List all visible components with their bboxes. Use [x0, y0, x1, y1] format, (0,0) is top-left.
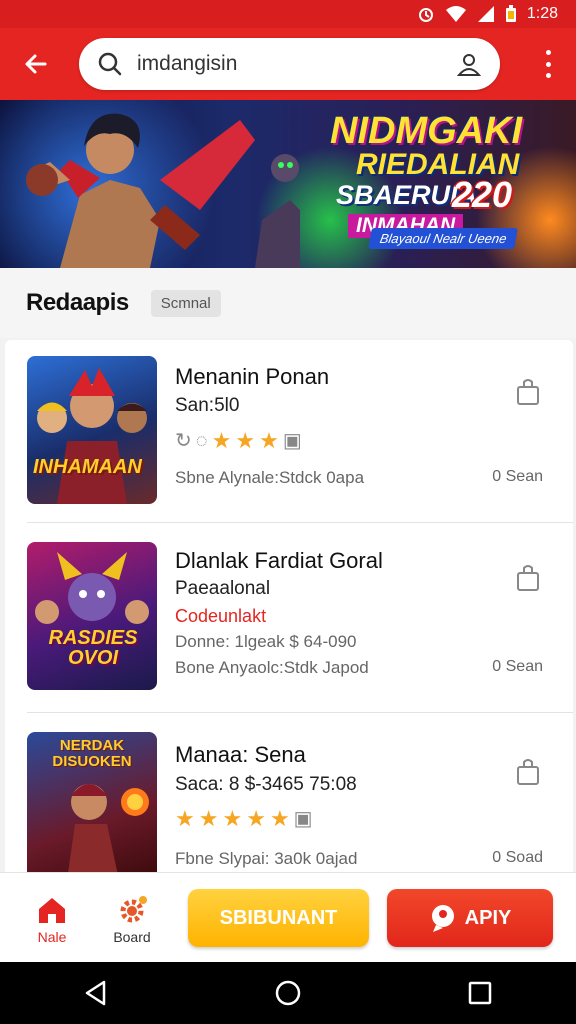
- battery-icon: [505, 5, 516, 22]
- star-icon: ★: [269, 806, 290, 831]
- system-navigation-bar: [0, 962, 576, 1024]
- primary-action-button[interactable]: SBIBUNANT: [188, 889, 369, 947]
- status-bar: 1:28: [0, 0, 576, 28]
- home-circle-icon[interactable]: [274, 979, 302, 1007]
- bag-icon: ▣: [282, 430, 302, 452]
- section-filter-chip[interactable]: Scmnal: [150, 289, 221, 317]
- star-icon: ★: [259, 428, 279, 453]
- download-icon[interactable]: [515, 758, 541, 786]
- nav-board-label: Board: [113, 929, 151, 945]
- item-count: 0 Sean: [492, 658, 543, 675]
- game-thumbnail[interactable]: RASDIES OVOI: [27, 542, 157, 690]
- dot-icon: [545, 61, 551, 67]
- item-title[interactable]: Manaa: Sena: [175, 742, 306, 768]
- dot-icon: [545, 73, 551, 78]
- list-item[interactable]: INHAMAAN Menanin Ponan San:5l0 ↻ ◌ ★ ★ ★…: [5, 340, 573, 518]
- section-title: Redaapis: [26, 289, 129, 316]
- download-icon[interactable]: [515, 378, 541, 406]
- thumbnail-title: INHAMAAN: [33, 456, 142, 478]
- game-art-icon: [37, 368, 147, 504]
- back-button[interactable]: [0, 28, 72, 100]
- item-highlight: Codeunlakt: [175, 606, 267, 626]
- chat-icon: ◌: [195, 430, 208, 452]
- list-item[interactable]: NERDAK DISUOKEN Manaa: Sena Saca: 8 $-34…: [5, 716, 573, 894]
- item-footer: Fbne Slypai: 3a0k 0ajad: [175, 849, 358, 868]
- game-thumbnail[interactable]: NERDAK DISUOKEN: [27, 732, 157, 880]
- bag-icon: ▣: [293, 808, 313, 830]
- back-triangle-icon[interactable]: [82, 979, 110, 1007]
- item-count: 0 Soad: [492, 849, 543, 866]
- star-icon: ★: [235, 428, 256, 453]
- user-icon[interactable]: [456, 51, 482, 77]
- home-icon: [39, 898, 65, 923]
- item-price: Donne: 1lgeak $ 64-090: [175, 632, 357, 651]
- list-item[interactable]: RASDIES OVOI Dlanlak Fardiat Goral Paeaa…: [5, 526, 573, 704]
- badge-icon: [431, 905, 454, 932]
- search-icon: [98, 52, 122, 76]
- item-count: 0 Sean: [492, 468, 543, 485]
- search-field[interactable]: imdangisin: [79, 38, 500, 90]
- promo-banner[interactable]: NIDMGAKI RIEDALIAN SBAERUIA 220 INMAHAN …: [0, 100, 576, 268]
- gear-icon: [120, 896, 147, 923]
- star-icon: ★: [175, 806, 195, 831]
- thumbnail-title: NERDAK DISUOKEN: [52, 737, 132, 770]
- thumbnail-title: RASDIES OVOI: [48, 627, 138, 669]
- refresh-icon: ↻: [175, 430, 192, 452]
- item-subtitle: Paeaalonal: [175, 578, 271, 599]
- recents-square-icon[interactable]: [466, 979, 494, 1007]
- nav-home-label: Nale: [37, 929, 67, 945]
- item-title[interactable]: Dlanlak Fardiat Goral: [175, 548, 383, 574]
- rating: ↻ ◌ ★ ★ ★ ▣: [175, 430, 302, 452]
- section-header: Redaapis Scmnal: [0, 268, 576, 338]
- banner-tagline: Blayaoul Nealr Ueene: [368, 228, 519, 249]
- banner-year: 220: [452, 174, 513, 215]
- apply-button[interactable]: APIY: [387, 889, 553, 947]
- nav-board[interactable]: Board: [102, 895, 162, 945]
- divider: [27, 522, 573, 523]
- hero-character-illustration: [26, 113, 300, 268]
- overflow-menu-button[interactable]: [538, 50, 558, 78]
- search-query[interactable]: imdangisin: [137, 52, 456, 76]
- banner-headline: NIDMGAKI: [330, 110, 523, 152]
- item-footer: Bone Anyaolc:Stdk Japod: [175, 658, 369, 677]
- item-title[interactable]: Menanin Ponan: [175, 364, 329, 390]
- wifi-icon: [445, 6, 466, 22]
- game-thumbnail[interactable]: INHAMAAN: [27, 356, 157, 504]
- apply-button-label: APIY: [464, 906, 512, 929]
- nav-home[interactable]: Nale: [22, 895, 82, 945]
- divider: [27, 712, 573, 713]
- alarm-icon: [418, 8, 433, 22]
- signal-icon: [477, 6, 494, 22]
- arrow-left-icon: [25, 54, 47, 74]
- app-bar: imdangisin: [0, 28, 576, 100]
- item-price: Saca: 8 $-3465 75:08: [175, 774, 357, 795]
- item-subtitle: San:5l0: [175, 395, 240, 416]
- star-icon: ★: [222, 806, 243, 831]
- item-footer: Sbne Alynale:Stdck 0apa: [175, 468, 365, 487]
- star-icon: ★: [198, 806, 219, 831]
- bottom-action-bar: Nale Board SBIBUNANT APIY: [0, 872, 576, 962]
- rating: ★ ★ ★ ★ ★ ▣: [175, 808, 313, 830]
- star-icon: ★: [211, 428, 232, 453]
- game-list: INHAMAAN Menanin Ponan San:5l0 ↻ ◌ ★ ★ ★…: [5, 340, 573, 880]
- status-time: 1:28: [526, 5, 558, 22]
- star-icon: ★: [246, 806, 266, 831]
- dot-icon: [545, 50, 551, 55]
- download-icon[interactable]: [515, 564, 541, 592]
